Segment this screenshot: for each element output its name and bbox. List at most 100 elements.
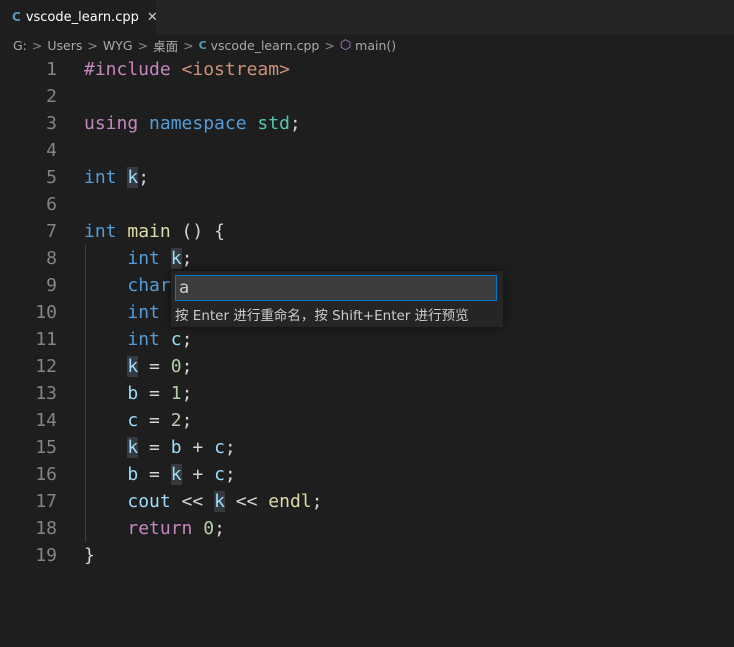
tab-vscode-learn[interactable]: C vscode_learn.cpp ✕	[0, 0, 158, 34]
code-content: b = 1;	[84, 380, 192, 407]
code-line[interactable]: 6	[0, 191, 734, 218]
code-line[interactable]: 19}	[0, 542, 734, 569]
code-line[interactable]: 8 int k;	[0, 245, 734, 272]
code-token: ;	[224, 464, 236, 485]
code-token: =	[138, 410, 171, 431]
code-token: int	[127, 329, 171, 350]
code-line[interactable]: 7 int main () {	[0, 218, 734, 245]
code-token: =	[138, 356, 171, 377]
code-line[interactable]: 14 c = 2;	[0, 407, 734, 434]
code-token: +	[181, 437, 215, 458]
code-token: endl	[268, 491, 312, 512]
code-token: namespace	[149, 113, 258, 134]
code-token: ;	[311, 491, 323, 512]
line-number: 6	[46, 194, 57, 215]
code-line[interactable]: 17 cout << k << endl;	[0, 488, 734, 515]
code-token: b	[127, 383, 139, 404]
code-token: int	[84, 221, 128, 242]
code-token: b	[170, 437, 182, 458]
code-content: cout << k << endl;	[84, 488, 322, 515]
code-token: +	[181, 464, 215, 485]
code-token: cout	[127, 491, 171, 512]
code-line[interactable]: 3 using namespace std;	[0, 110, 734, 137]
code-line[interactable]: 15 k = b + c;	[0, 434, 734, 461]
chevron-right-icon: >	[87, 37, 98, 53]
code-token: <iostream>	[181, 59, 290, 80]
line-number: 18	[35, 518, 57, 539]
code-token: std	[257, 113, 290, 134]
rename-input[interactable]	[175, 275, 497, 301]
code-line[interactable]: 18 return 0;	[0, 515, 734, 542]
code-content: b = k + c;	[84, 461, 236, 488]
line-number: 14	[35, 410, 57, 431]
breadcrumb-drive[interactable]: G:	[13, 38, 27, 53]
code-editor[interactable]: 1 #include <iostream> 2 3 using namespace st…	[0, 56, 734, 647]
chevron-right-icon: >	[324, 37, 335, 53]
code-token: ;	[214, 518, 225, 539]
code-line[interactable]: 1 #include <iostream>	[0, 56, 734, 83]
code-token: c	[214, 464, 225, 485]
code-content: int k;	[84, 245, 192, 272]
code-line[interactable]: 4	[0, 137, 734, 164]
code-token: 2	[170, 410, 182, 431]
line-number: 13	[35, 383, 57, 404]
rename-hint: 按 Enter 进行重命名，按 Shift+Enter 进行预览	[175, 308, 469, 324]
code-token: 1	[170, 383, 182, 404]
breadcrumb-wyg[interactable]: WYG	[103, 38, 133, 53]
line-number: 8	[46, 248, 57, 269]
code-content: int main () {	[84, 218, 225, 245]
code-token: =	[138, 464, 171, 485]
code-line[interactable]: 12 k = 0;	[0, 353, 734, 380]
code-token: return	[127, 518, 204, 539]
code-token: b	[127, 464, 139, 485]
code-token: =	[138, 383, 171, 404]
code-content: using namespace std;	[84, 110, 301, 137]
line-number: 19	[35, 545, 57, 566]
code-token: c	[127, 410, 139, 431]
chevron-right-icon: >	[31, 37, 43, 53]
code-token: k	[170, 464, 182, 485]
line-number: 17	[35, 491, 57, 512]
code-token: k	[127, 356, 139, 377]
code-token: }	[84, 545, 95, 566]
code-content: int c;	[84, 326, 192, 353]
line-number: 3	[46, 113, 57, 134]
breadcrumb-symbol[interactable]: main()	[355, 38, 396, 53]
code-line[interactable]: 13 b = 1;	[0, 380, 734, 407]
code-token: k	[127, 167, 139, 188]
rename-widget: 按 Enter 进行重命名，按 Shift+Enter 进行预览	[171, 271, 503, 327]
code-content: c = 2;	[84, 407, 192, 434]
line-number: 5	[46, 167, 57, 188]
code-token: int	[84, 167, 128, 188]
code-token: k	[214, 491, 225, 512]
code-token: ;	[181, 329, 193, 350]
line-number: 2	[46, 86, 57, 107]
line-number: 16	[35, 464, 57, 485]
close-icon[interactable]: ✕	[147, 10, 158, 25]
code-token: ;	[181, 383, 193, 404]
breadcrumb-file[interactable]: vscode_learn.cpp	[211, 38, 320, 53]
code-token: int	[127, 302, 160, 323]
breadcrumb-desktop[interactable]: 桌面	[153, 36, 178, 55]
code-token: () {	[170, 221, 225, 242]
code-token: ;	[181, 248, 193, 269]
code-line[interactable]: 16 b = k + c;	[0, 461, 734, 488]
code-line[interactable]: 2	[0, 83, 734, 110]
code-line[interactable]: 5 int k;	[0, 164, 734, 191]
code-content: int k;	[84, 164, 149, 191]
code-token: char	[127, 275, 171, 296]
tab-label: vscode_learn.cpp	[25, 9, 139, 25]
breadcrumb-users[interactable]: Users	[47, 38, 82, 53]
code-token: 0	[203, 518, 215, 539]
code-token: ;	[138, 167, 150, 188]
code-token: 0	[170, 356, 182, 377]
code-line[interactable]: 11 int c;	[0, 326, 734, 353]
code-token: <<	[224, 491, 269, 512]
